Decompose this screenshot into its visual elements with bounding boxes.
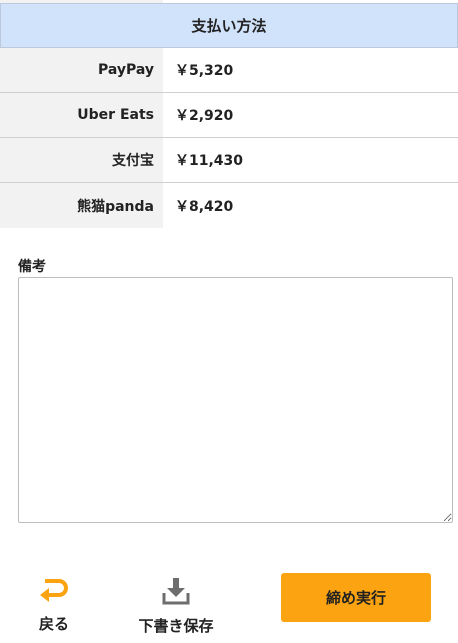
back-button[interactable]: 戻る xyxy=(28,577,80,634)
payment-method-label: 熊猫panda xyxy=(0,183,163,228)
payment-method-label: Uber Eats xyxy=(0,93,163,137)
payment-method-label: 支付宝 xyxy=(0,138,163,182)
memo-label: 備考 xyxy=(18,259,46,275)
payment-row: Uber Eats ￥2,920 xyxy=(0,93,458,138)
payment-row: 熊猫panda ￥8,420 xyxy=(0,183,458,228)
payment-table: 支払い方法 PayPay ￥5,320 Uber Eats ￥2,920 支付宝… xyxy=(0,3,458,228)
payment-amount: ￥2,920 xyxy=(163,93,458,137)
execute-closing-button[interactable]: 締め実行 xyxy=(281,573,431,622)
payment-amount: ￥11,430 xyxy=(163,138,458,182)
payment-method-label: PayPay xyxy=(0,48,163,92)
memo-textarea[interactable] xyxy=(18,277,453,523)
save-draft-button[interactable]: 下書き保存 xyxy=(130,577,222,636)
payment-row: 支付宝 ￥11,430 xyxy=(0,138,458,183)
save-draft-label: 下書き保存 xyxy=(138,617,214,635)
payment-amount: ￥8,420 xyxy=(163,183,458,228)
return-arrow-icon xyxy=(37,577,71,607)
payment-row: PayPay ￥5,320 xyxy=(0,48,458,93)
payment-amount: ￥5,320 xyxy=(163,48,458,92)
payment-table-header: 支払い方法 xyxy=(0,3,458,48)
back-button-label: 戻る xyxy=(38,615,69,633)
download-tray-icon xyxy=(161,577,191,609)
